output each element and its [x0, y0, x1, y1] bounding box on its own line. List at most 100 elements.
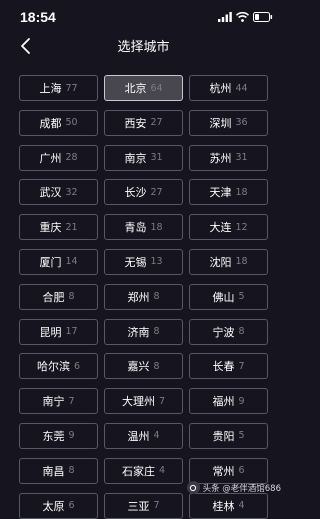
city-name: 青岛: [124, 221, 147, 235]
city-name: 苏州: [209, 151, 232, 165]
city-name: 西安: [124, 116, 147, 130]
city-button[interactable]: 青岛 18: [104, 214, 183, 241]
nav-bar: 选择城市: [0, 34, 287, 60]
city-name: 大连: [209, 221, 232, 235]
city-count: 17: [65, 326, 78, 338]
city-count: 13: [150, 256, 163, 268]
city-count: 6: [68, 500, 75, 512]
city-count: 6: [73, 360, 81, 372]
city-name: 宁波: [212, 325, 235, 339]
city-button[interactable]: 苏州 31: [189, 144, 268, 171]
battery-icon: [253, 12, 273, 22]
city-name: 厦门: [39, 255, 62, 269]
city-count: 9: [238, 395, 245, 407]
city-name: 福州: [212, 395, 235, 409]
watermark-logo-icon: [186, 481, 200, 494]
signal-icon: [218, 12, 232, 22]
city-count: 8: [153, 360, 160, 372]
city-name: 南京: [124, 151, 147, 165]
city-name: 合肥: [42, 290, 65, 304]
city-name: 温州: [127, 429, 150, 443]
city-button[interactable]: 杭州 44: [189, 75, 268, 101]
city-button[interactable]: 太原 6: [19, 492, 98, 519]
city-count: 14: [65, 256, 78, 268]
city-name: 沈阳: [209, 255, 232, 269]
city-count: 8: [153, 291, 160, 303]
city-name: 天津: [209, 186, 232, 200]
city-button[interactable]: 佛山 5: [189, 283, 268, 310]
city-count: 4: [238, 500, 245, 512]
city-count: 8: [68, 291, 75, 303]
city-button[interactable]: 桂林 4: [189, 492, 268, 519]
city-button[interactable]: 石家庄 4: [104, 457, 183, 484]
city-count: 5: [238, 430, 245, 442]
city-button[interactable]: 天津 18: [189, 179, 268, 206]
status-bar: 18:54: [0, 0, 287, 34]
city-button[interactable]: 广州 28: [19, 144, 98, 171]
city-button[interactable]: 南昌 8: [19, 457, 98, 484]
watermark-text: 头条 @老伴酒馆686: [202, 483, 281, 494]
city-name: 长春: [212, 360, 235, 374]
city-button[interactable]: 东莞 9: [19, 422, 98, 449]
city-button[interactable]: 南京 31: [104, 144, 183, 171]
city-name: 郑州: [127, 290, 150, 304]
city-name: 哈尔滨: [36, 360, 70, 374]
city-button[interactable]: 常州 6: [189, 457, 268, 484]
city-name: 昆明: [39, 325, 62, 339]
city-count: 9: [68, 430, 75, 442]
city-count: 77: [65, 82, 78, 94]
city-name: 南昌: [42, 464, 65, 478]
city-count: 8: [68, 465, 75, 477]
city-name: 北京: [124, 82, 147, 95]
city-count: 31: [235, 152, 248, 164]
city-count: 50: [65, 117, 78, 129]
city-button[interactable]: 无锡 13: [104, 248, 183, 275]
city-count: 27: [150, 117, 163, 129]
city-button[interactable]: 南宁 7: [19, 388, 98, 415]
city-button[interactable]: 三亚 7: [104, 492, 183, 519]
city-name: 济南: [127, 325, 150, 339]
city-button[interactable]: 重庆 21: [19, 214, 98, 241]
city-count: 7: [158, 395, 166, 407]
city-button[interactable]: 上海 77: [19, 75, 98, 101]
city-button[interactable]: 大理州 7: [104, 388, 183, 415]
city-count: 7: [238, 360, 245, 372]
city-name: 武汉: [39, 186, 62, 200]
city-name: 东莞: [42, 429, 65, 443]
city-button[interactable]: 武汉 32: [19, 179, 98, 206]
city-count: 8: [153, 326, 160, 338]
city-button[interactable]: 温州 4: [104, 422, 183, 449]
city-button[interactable]: 嘉兴 8: [104, 353, 183, 380]
city-count: 12: [235, 221, 248, 233]
city-button[interactable]: 贵阳 5: [189, 422, 268, 449]
city-name: 广州: [39, 151, 62, 165]
city-count: 8: [238, 326, 245, 338]
city-button[interactable]: 济南 8: [104, 318, 183, 345]
city-button[interactable]: 哈尔滨 6: [19, 353, 98, 380]
city-button[interactable]: 长沙 27: [104, 179, 183, 206]
city-button[interactable]: 宁波 8: [189, 318, 268, 345]
city-name: 常州: [212, 464, 235, 478]
city-button[interactable]: 北京 64: [104, 75, 183, 101]
city-name: 重庆: [39, 221, 62, 235]
city-name: 大理州: [121, 395, 155, 409]
city-button[interactable]: 厦门 14: [19, 248, 98, 275]
city-button[interactable]: 沈阳 18: [189, 248, 268, 275]
city-name: 贵阳: [212, 429, 235, 443]
city-button[interactable]: 福州 9: [189, 388, 268, 415]
city-count: 64: [150, 82, 163, 94]
city-button[interactable]: 西安 27: [104, 109, 183, 136]
city-button[interactable]: 大连 12: [189, 214, 268, 241]
city-count: 28: [65, 152, 78, 164]
city-count: 36: [235, 117, 248, 129]
city-button[interactable]: 郑州 8: [104, 283, 183, 310]
city-button[interactable]: 合肥 8: [19, 283, 98, 310]
city-name: 石家庄: [121, 464, 155, 478]
city-button[interactable]: 深圳 36: [189, 109, 268, 136]
city-name: 深圳: [209, 116, 232, 130]
city-button[interactable]: 昆明 17: [19, 318, 98, 345]
city-button[interactable]: 长春 7: [189, 353, 268, 380]
city-button[interactable]: 成都 50: [19, 109, 98, 136]
city-count: 4: [153, 430, 160, 442]
city-count: 27: [150, 186, 163, 198]
